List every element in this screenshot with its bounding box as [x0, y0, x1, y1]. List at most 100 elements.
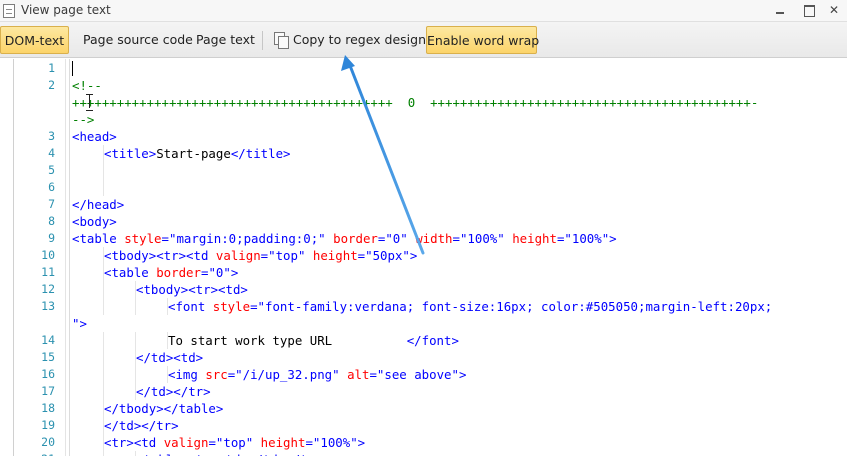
code-text: <tbody><tr><td> — [136, 281, 248, 298]
code-token: ="font-family:verdana; font-size:16px; c… — [250, 299, 773, 314]
code-token: </title> — [230, 146, 291, 161]
code-token: style — [124, 231, 162, 246]
code-line: 15 </td><td> — [0, 349, 847, 366]
code-line: "> — [0, 315, 847, 332]
code-text: </tbody></table> — [104, 400, 223, 417]
close-button[interactable]: ✕ — [826, 3, 842, 17]
code-token: </font> — [406, 333, 459, 348]
code-token: <tr><td — [104, 435, 164, 450]
code-token: ++++++++++++++++++++++++++++++++++++++++… — [72, 95, 759, 110]
code-token: </td><td> — [136, 350, 204, 365]
code-token: <title> — [104, 146, 157, 161]
code-token: alt — [347, 367, 370, 382]
code-token: --> — [72, 112, 95, 127]
code-line: 5 — [0, 162, 847, 179]
code-token: ="top" — [208, 435, 261, 450]
code-token: ="/i/up_32.png" — [227, 367, 348, 382]
code-text: <!-- — [72, 77, 102, 94]
code-token: ="0" — [377, 231, 416, 246]
code-text: </td><td> — [136, 349, 203, 366]
code-editor[interactable]: 1 2 <!-- ++++++++++++++++++++++++++++++++++… — [0, 59, 847, 456]
code-token: ="see above"> — [369, 367, 467, 382]
code-text: <title>Start-page</title> — [104, 145, 291, 162]
code-token: "> — [72, 316, 87, 331]
code-token: <table — [104, 265, 157, 280]
minimize-button[interactable] — [772, 3, 788, 17]
indent-guide — [103, 298, 104, 315]
code-token: <body> — [72, 214, 117, 229]
code-text: --> — [72, 111, 94, 128]
code-line: 16 <img src="/i/up_32.png" alt="see above… — [0, 366, 847, 383]
code-text: <font style="font-family:verdana; font-s… — [168, 298, 772, 315]
indent-guide — [103, 451, 104, 456]
page-text-button[interactable]: Page text — [188, 26, 263, 54]
code-text: <head> — [72, 128, 117, 145]
code-token: ="margin:0;padding:0;" — [161, 231, 334, 246]
code-text: </td></tr> — [136, 383, 211, 400]
code-text: <tr><td valign="top" height="100%"> — [104, 434, 365, 451]
code-line: 10 <tbody><tr><td valign="top" height="50… — [0, 247, 847, 264]
copy-to-regex-button[interactable]: Copy to regex designer — [266, 26, 447, 54]
code-token: <head> — [72, 129, 117, 144]
indent-guide — [135, 366, 136, 383]
line-number: 14 — [41, 333, 55, 347]
code-token: </td></tr> — [136, 384, 211, 399]
code-line: 14 To start work type URL </font> — [0, 332, 847, 349]
code-token: ="top" — [260, 248, 313, 263]
copy-icon — [274, 32, 289, 49]
line-number: 4 — [48, 146, 55, 160]
code-line: --> — [0, 111, 847, 128]
code-token: <tbody><tr><td — [104, 248, 216, 263]
code-text: <body> — [72, 213, 117, 230]
copy-to-regex-label: Copy to regex designer — [293, 32, 439, 47]
code-token: height — [312, 248, 358, 263]
code-text: <img src="/i/up_32.png" alt="see above"> — [168, 366, 466, 383]
title-bar: View page text ✕ — [0, 0, 847, 22]
maximize-button[interactable] — [801, 3, 817, 17]
window-title: View page text — [21, 3, 111, 17]
indent-guide — [103, 179, 104, 196]
code-text: <table><tr><td></td></tr> — [136, 451, 323, 456]
code-token: ="100%"> — [305, 435, 366, 450]
code-token: border — [333, 231, 378, 246]
code-token: src — [205, 367, 228, 382]
code-token: </head> — [72, 197, 125, 212]
code-token: <tbody><tr><td> — [136, 282, 248, 297]
code-token: Start-page — [156, 146, 231, 161]
toolbar: DOM-text Page source code Page text Copy… — [0, 22, 847, 58]
line-number: 18 — [41, 401, 55, 415]
code-line: 8 <body> — [0, 213, 847, 230]
line-number: 6 — [48, 180, 55, 194]
ibeam-cursor-icon — [86, 94, 94, 111]
code-token: To start work type URL — [168, 333, 407, 348]
code-token: style — [212, 299, 251, 314]
toolbar-separator — [262, 31, 263, 50]
code-text: ++++++++++++++++++++++++++++++++++++++++… — [72, 94, 758, 111]
code-text: </head> — [72, 196, 124, 213]
line-number: 17 — [41, 384, 55, 398]
code-token: <table — [72, 231, 125, 246]
code-token: height — [260, 435, 306, 450]
indent-guide — [135, 332, 136, 349]
code-line: 9 <table style="margin:0;padding:0;" bord… — [0, 230, 847, 247]
indent-guide — [103, 332, 104, 349]
line-number: 12 — [41, 282, 55, 296]
line-number: 3 — [48, 129, 55, 143]
word-wrap-button[interactable]: Enable word wrap — [426, 26, 539, 54]
page-source-button[interactable]: Page source code — [75, 26, 201, 54]
indent-guide — [103, 349, 104, 366]
line-number: 2 — [48, 78, 55, 92]
line-number: 9 — [48, 231, 55, 245]
line-number: 7 — [48, 197, 55, 211]
line-number: 19 — [41, 418, 55, 432]
line-number: 13 — [41, 299, 55, 313]
code-text: "> — [72, 315, 87, 332]
code-token: <!-- — [72, 78, 102, 93]
code-text: </td></tr> — [104, 417, 179, 434]
code-line: 13 <font style="font-family:verdana; font… — [0, 298, 847, 315]
code-token: valign — [163, 435, 209, 450]
code-line: 19 </td></tr> — [0, 417, 847, 434]
dom-text-button[interactable]: DOM-text — [0, 26, 69, 54]
indent-guide — [103, 366, 104, 383]
code-line: 18 </tbody></table> — [0, 400, 847, 417]
